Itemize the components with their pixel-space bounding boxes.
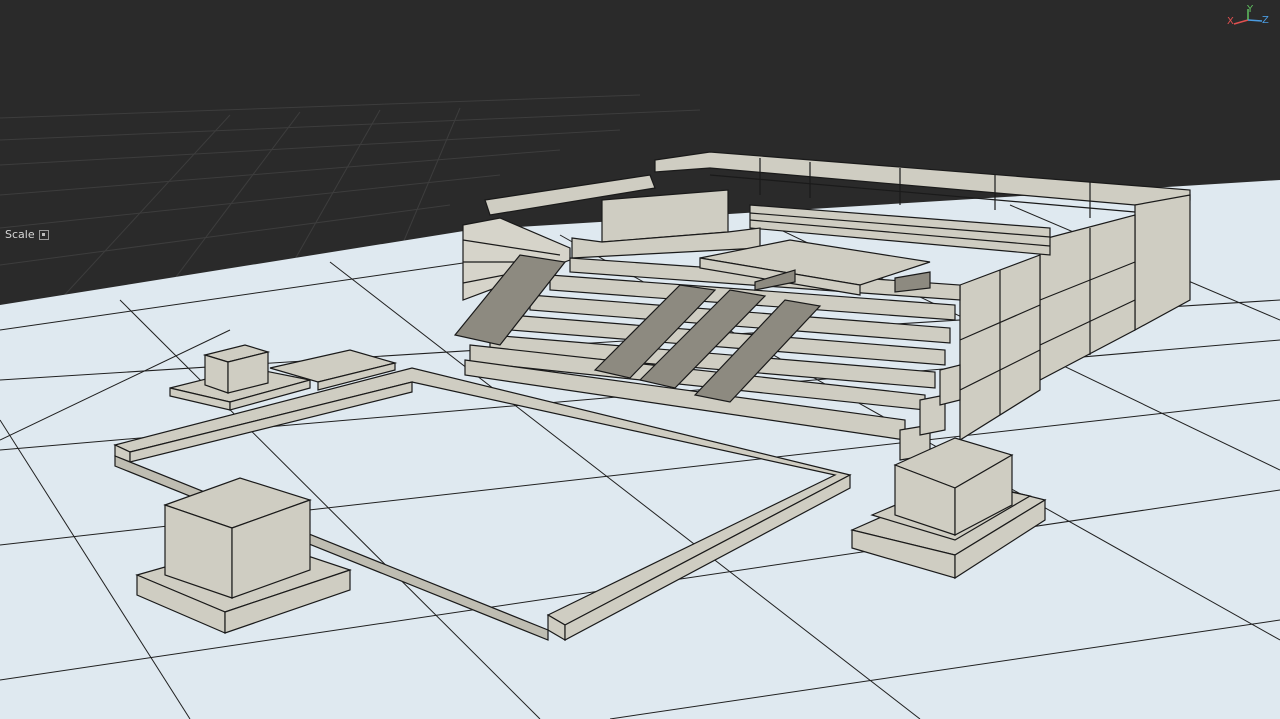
axis-x-label: X: [1227, 16, 1234, 27]
axis-y-label: Y: [1247, 4, 1254, 15]
scale-label-text: Scale: [5, 228, 35, 241]
axis-gizmo-icon[interactable]: Y X Z: [1222, 4, 1274, 30]
tool-mode-label: Scale: [5, 229, 49, 241]
3d-viewport[interactable]: Scale Y X Z: [0, 0, 1280, 719]
scale-mode-icon[interactable]: [38, 230, 49, 240]
axis-z-label: Z: [1262, 15, 1269, 26]
scene-canvas[interactable]: [0, 0, 1280, 719]
